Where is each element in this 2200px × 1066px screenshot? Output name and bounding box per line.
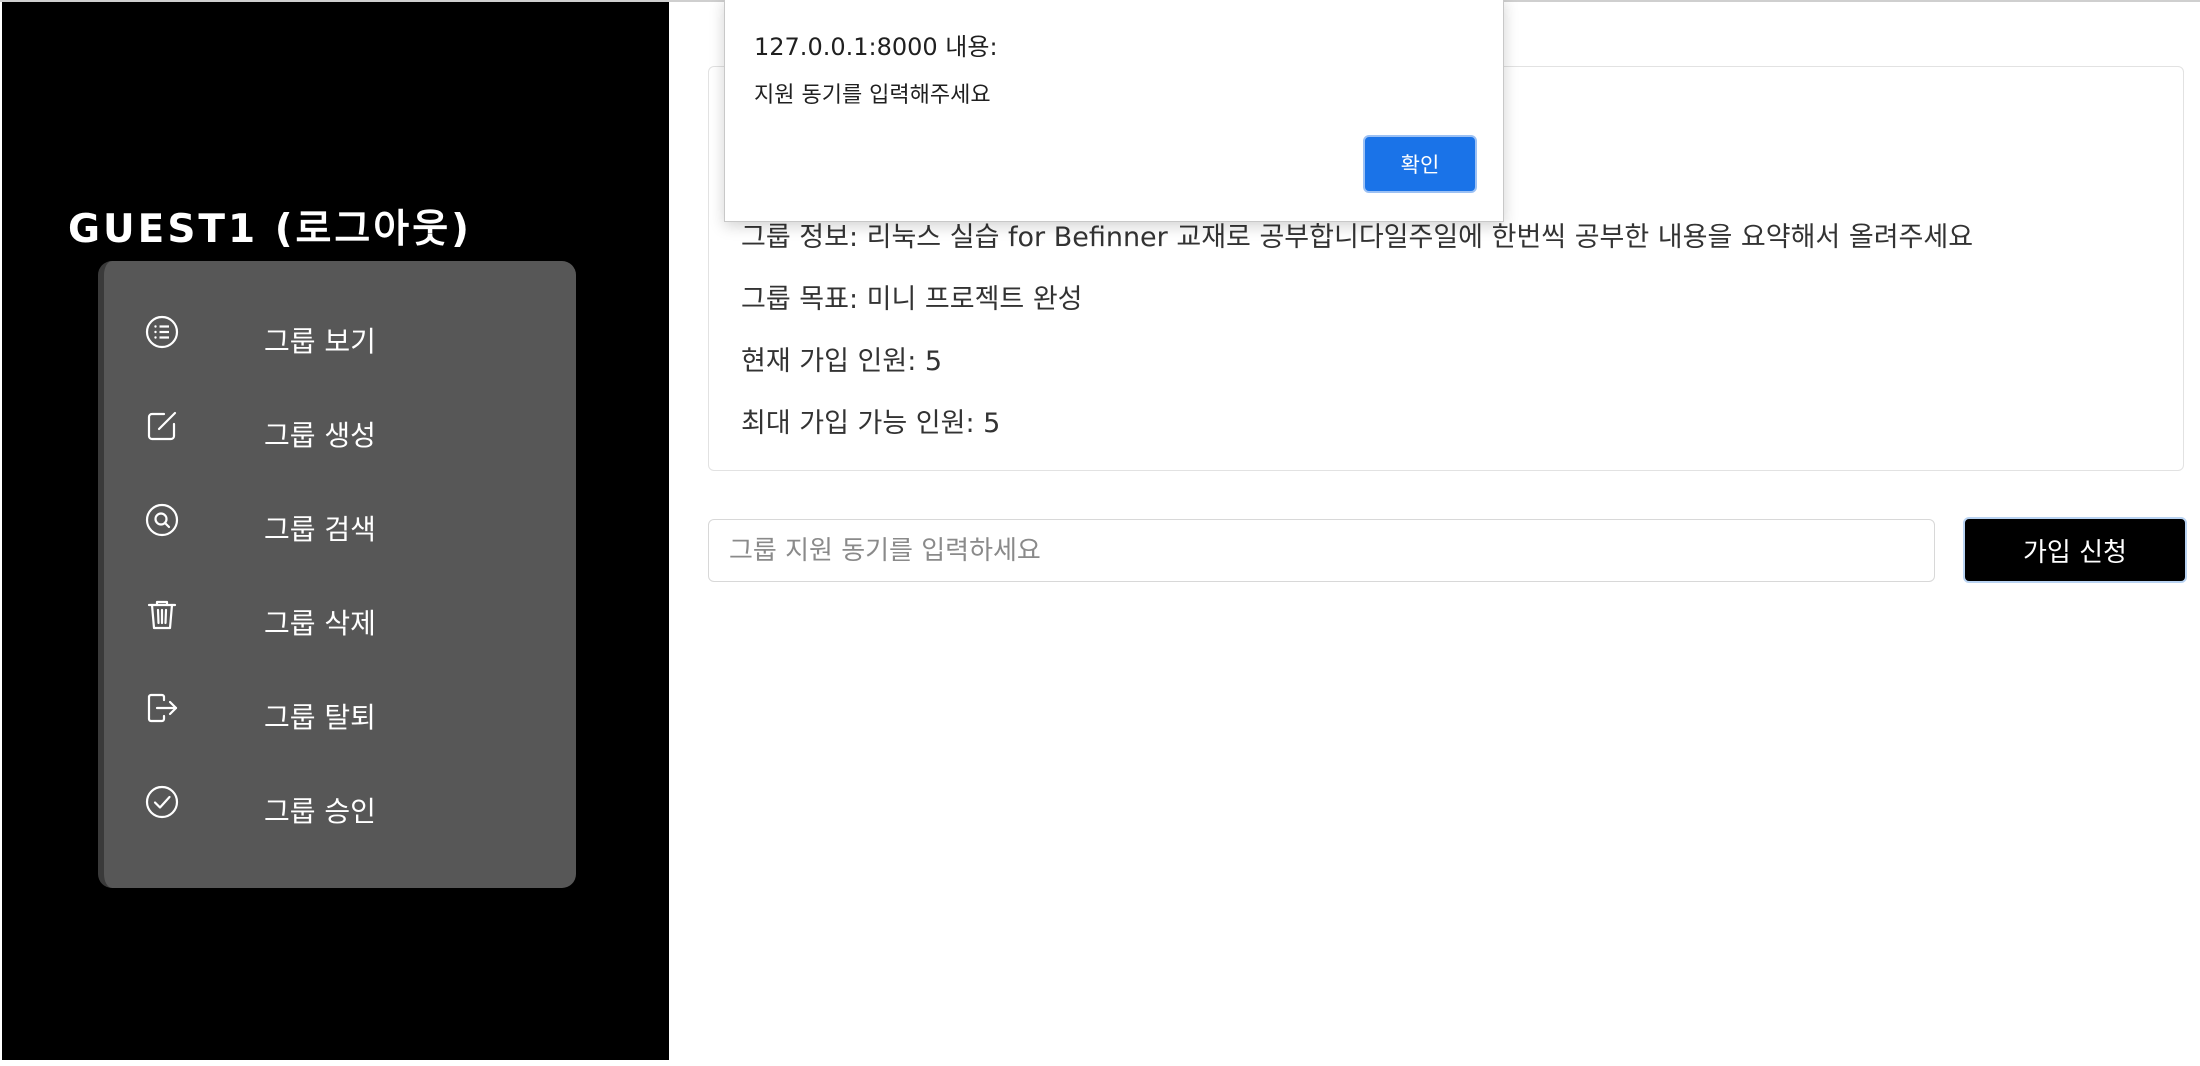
edit-square-icon bbox=[144, 408, 180, 444]
sidebar-item-label: 그룹 검색 bbox=[264, 513, 376, 546]
search-circle-icon bbox=[144, 502, 180, 538]
sidebar-item-leave-group[interactable]: 그룹 탈퇴 bbox=[144, 690, 544, 750]
list-circle-icon bbox=[144, 314, 180, 350]
trash-icon bbox=[144, 596, 180, 632]
user-logout-link[interactable]: GUEST1 (로그아웃) bbox=[68, 198, 472, 254]
current-members-text: 현재 가입 인원: 5 bbox=[741, 346, 943, 377]
sidebar-item-create-group[interactable]: 그룹 생성 bbox=[144, 408, 544, 468]
sidebar-item-label: 그룹 승인 bbox=[264, 795, 376, 828]
sidebar-item-view-groups[interactable]: 그룹 보기 bbox=[144, 314, 544, 374]
join-button[interactable]: 가입 신청 bbox=[1963, 517, 2187, 583]
alert-message: 지원 동기를 입력해주세요 bbox=[754, 83, 991, 108]
check-circle-icon bbox=[144, 784, 180, 820]
alert-dialog: 127.0.0.1:8000 내용: 지원 동기를 입력해주세요 확인 bbox=[724, 0, 1504, 222]
sidebar-menu: 그룹 보기 그룹 생성 그룹 검색 그룹 삭제 그룹 탈퇴 그룹 승인 bbox=[98, 261, 576, 888]
sidebar: GUEST1 (로그아웃) 그룹 보기 그룹 생성 그룹 검색 그룹 삭제 그룹… bbox=[2, 2, 669, 1060]
sidebar-item-search-group[interactable]: 그룹 검색 bbox=[144, 502, 544, 562]
sidebar-item-delete-group[interactable]: 그룹 삭제 bbox=[144, 596, 544, 656]
motive-input[interactable] bbox=[708, 519, 1935, 582]
sidebar-item-label: 그룹 삭제 bbox=[264, 607, 376, 640]
sidebar-item-label: 그룹 생성 bbox=[264, 419, 376, 452]
max-members-text: 최대 가입 가능 인원: 5 bbox=[741, 408, 1001, 439]
sidebar-item-label: 그룹 탈퇴 bbox=[264, 701, 376, 734]
alert-ok-button[interactable]: 확인 bbox=[1363, 135, 1477, 193]
logout-icon bbox=[144, 690, 180, 726]
sidebar-item-approve-group[interactable]: 그룹 승인 bbox=[144, 784, 544, 844]
group-goal-text: 그룹 목표: 미니 프로젝트 완성 bbox=[741, 284, 1083, 315]
sidebar-item-label: 그룹 보기 bbox=[264, 325, 376, 358]
alert-title: 127.0.0.1:8000 내용: bbox=[754, 33, 998, 61]
